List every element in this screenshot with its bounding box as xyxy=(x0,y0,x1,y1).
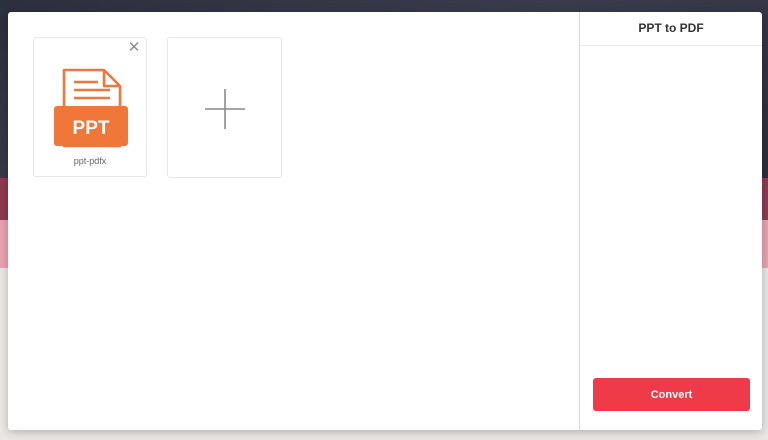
file-type-label: PPT xyxy=(73,118,110,139)
file-name: ppt-pdfx xyxy=(73,156,107,166)
plus-icon xyxy=(205,89,245,129)
file-card[interactable]: ✕ PPT ppt-pdfx xyxy=(33,37,147,177)
conversion-panel: PPT to PDF Convert xyxy=(579,12,762,430)
close-icon[interactable]: ✕ xyxy=(127,40,141,55)
add-file-button[interactable] xyxy=(167,37,282,178)
ppt-file-icon: PPT xyxy=(54,68,128,148)
file-list-area: ✕ PPT ppt-pdfx xyxy=(8,12,579,430)
panel-title: PPT to PDF xyxy=(580,12,762,46)
convert-dialog: ✕ PPT ppt-pdfx PPT to PDF Convert xyxy=(8,12,762,430)
convert-button[interactable]: Convert xyxy=(593,378,750,411)
